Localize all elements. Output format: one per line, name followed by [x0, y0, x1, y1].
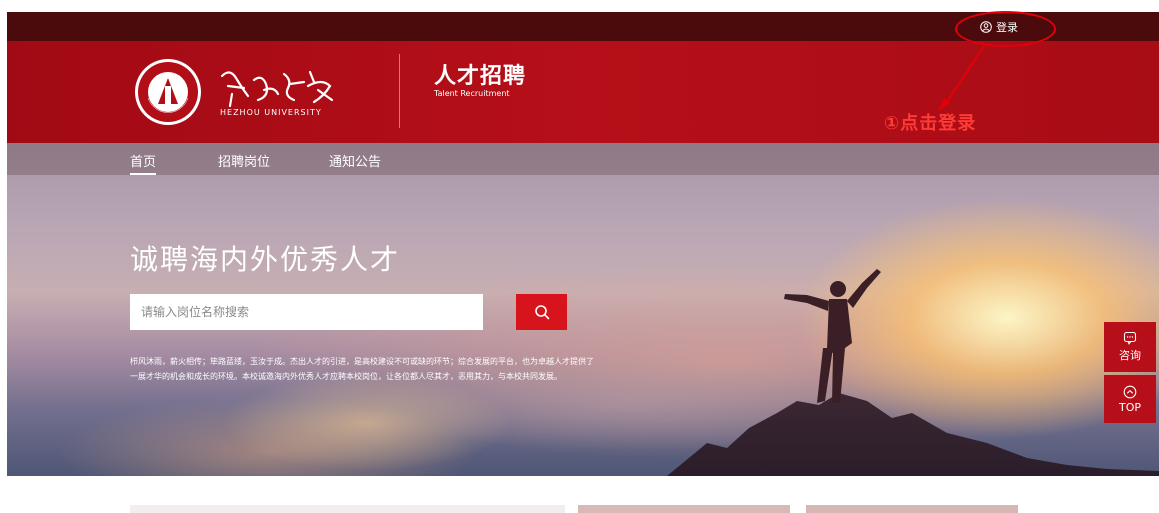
search-icon — [534, 305, 549, 320]
content-card-image-1[interactable] — [578, 505, 790, 513]
content-card-image-2[interactable] — [806, 505, 1018, 513]
annotation-text: ①点击登录 — [884, 113, 977, 134]
header-divider — [399, 54, 400, 128]
hero-banner: 首页 招聘岗位 通知公告 诚聘海内外优秀人才 栉风沐雨，薪火相传；筚路蓝缕，玉汝… — [7, 143, 1159, 476]
search-input[interactable] — [130, 294, 483, 330]
chat-icon — [1123, 331, 1137, 345]
consult-label: 咨询 — [1119, 349, 1141, 362]
site-title: 人才招聘 — [434, 64, 527, 89]
nav-item-positions[interactable]: 招聘岗位 — [218, 151, 270, 170]
hero-title: 诚聘海内外优秀人才 — [130, 243, 401, 276]
nav-bar — [7, 143, 1159, 175]
content-card-main[interactable] — [130, 505, 565, 513]
search-button[interactable] — [516, 294, 567, 330]
person-silhouette — [784, 269, 881, 403]
back-to-top-button[interactable]: TOP — [1104, 375, 1156, 423]
chevron-up-circle-icon — [1123, 385, 1137, 398]
site-subtitle: Talent Recruitment — [434, 89, 510, 98]
nav-active-indicator — [130, 173, 156, 175]
nav-item-home[interactable]: 首页 — [130, 151, 156, 170]
university-english-name: HEZHOU UNIVERSITY — [220, 108, 322, 117]
university-calligraphy-logo — [220, 70, 334, 108]
hero-description: 栉风沐雨，薪火相传；筚路蓝缕，玉汝于成。杰出人才的引进，是高校建设不可或缺的环节… — [130, 357, 594, 381]
consult-button[interactable]: 咨询 — [1104, 322, 1156, 372]
annotation-ellipse — [955, 11, 1056, 47]
top-label: TOP — [1118, 400, 1141, 414]
nav-item-notices[interactable]: 通知公告 — [329, 151, 381, 170]
university-seal-logo[interactable] — [134, 58, 202, 126]
